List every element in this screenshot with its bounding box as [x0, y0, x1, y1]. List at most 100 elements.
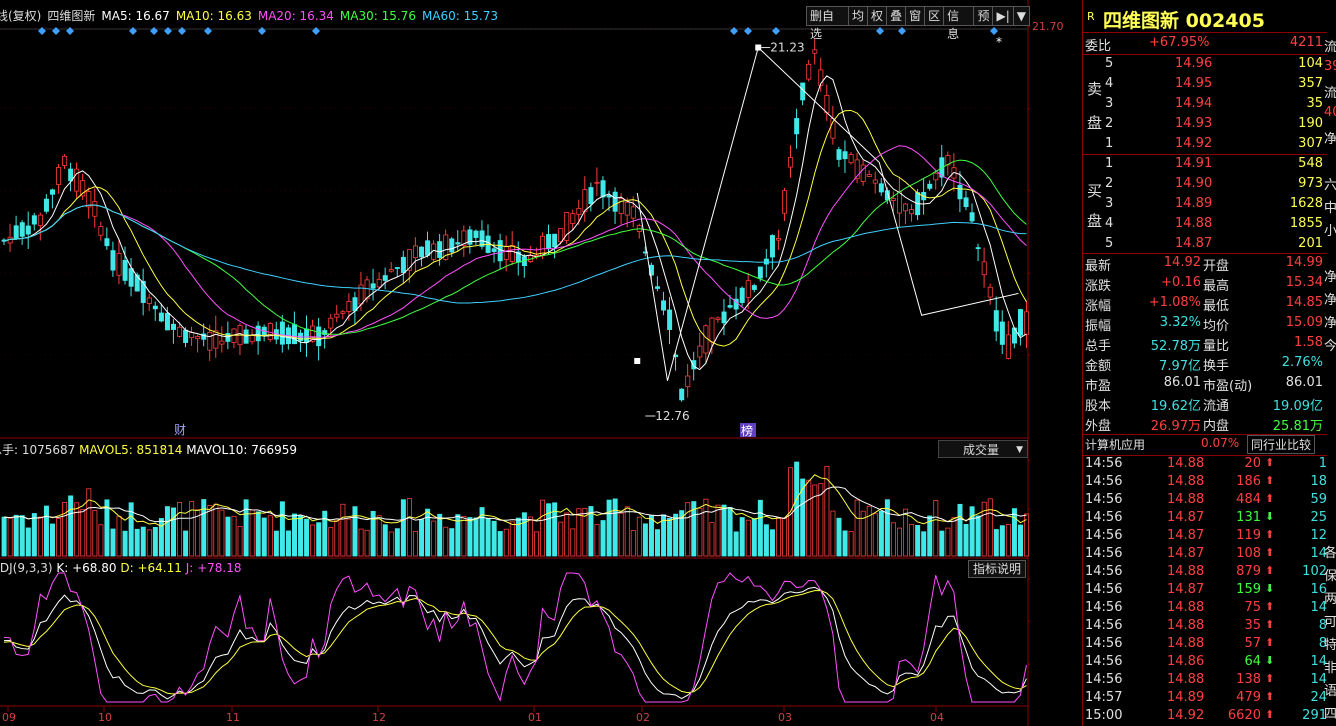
volume-bar	[1005, 524, 1011, 557]
volume-bar	[13, 514, 19, 557]
ma-legend: 日线(复权) 四维图新 MA5: 16.67 MA10: 16.63 MA20: 16.…	[0, 7, 504, 24]
candle-body	[455, 242, 461, 245]
volume-bar	[340, 503, 346, 557]
ma5-label: MA5: 16.67	[101, 9, 170, 23]
weibi-row: 委比 +67.95% 4211	[1083, 34, 1327, 54]
stat-label: 振幅	[1085, 319, 1112, 334]
tick-row: 14:56 14.86 64 ⬇ 14	[1083, 654, 1327, 672]
kdj-j-line	[3, 572, 1027, 703]
low-price-label: 12.76	[655, 409, 689, 423]
volume-bar	[570, 528, 576, 557]
buy-level-row[interactable]: 5 14.87 201	[1083, 235, 1327, 255]
volume-bar	[999, 525, 1005, 557]
volume-bar	[406, 498, 412, 557]
level-volume: 357	[1298, 76, 1323, 91]
info-diamond-icon	[150, 27, 158, 35]
sell-level-row[interactable]: 5 14.96 104	[1083, 55, 1327, 75]
volume-bar	[62, 502, 68, 557]
sell-level-row[interactable]: 2 14.93 190	[1083, 115, 1327, 135]
candle-body	[757, 266, 763, 279]
tick-time: 14:56	[1085, 636, 1123, 651]
volume-bar	[285, 530, 291, 557]
volume-bar	[540, 499, 546, 557]
volume-bar	[909, 524, 915, 557]
kline-chart[interactable]: 19.8317.9516.0614.1921.2312.76财榜26416133…	[0, 0, 1030, 726]
industry-compare-button[interactable]: 同行业比较	[1247, 435, 1316, 454]
volume-bar	[527, 516, 533, 557]
tick-time: 15:00	[1085, 708, 1123, 723]
volume-bar	[146, 529, 152, 557]
candle-body	[927, 183, 933, 189]
candle-body	[382, 275, 388, 281]
remove-favorite-button[interactable]: 删自选	[806, 6, 850, 41]
level-volume: 190	[1298, 116, 1323, 131]
overlay-button[interactable]: 叠	[886, 6, 907, 26]
forecast-button[interactable]: 预	[973, 6, 994, 26]
stat-label: 外盘	[1085, 419, 1112, 434]
jump-end-icon[interactable]: ▶|	[992, 6, 1014, 26]
month-label: 11	[226, 711, 240, 724]
volume-bar	[225, 516, 231, 557]
candle-body	[975, 247, 981, 250]
buy-level-row[interactable]: 1 14.91 548	[1083, 155, 1327, 175]
arrow-up-icon: ⬆	[1265, 708, 1275, 721]
candle-body	[219, 340, 225, 345]
volume-bar	[164, 506, 170, 557]
volume-bar	[412, 530, 418, 557]
tick-time: 14:56	[1085, 474, 1123, 489]
stat-value: 14.85	[1285, 295, 1323, 310]
tick-row: 14:56 14.88 879 ⬆ 102	[1083, 564, 1327, 582]
average-button[interactable]: 均	[848, 6, 869, 26]
candle-body	[727, 305, 733, 308]
stat-label: 开盘	[1203, 259, 1230, 274]
volume-bar	[606, 499, 612, 557]
tick-row: 14:56 14.87 108 ⬆ 14	[1083, 546, 1327, 564]
volume-bar	[219, 509, 225, 557]
stat-label: 涨幅	[1085, 299, 1112, 314]
chevron-down-icon[interactable]: ▼	[1012, 6, 1030, 26]
candle-body	[999, 321, 1005, 345]
window-button[interactable]: 窗	[905, 6, 926, 26]
truncated-text: 净	[1324, 270, 1336, 285]
info-button[interactable]: 信息	[943, 6, 975, 41]
volume-bar	[848, 531, 854, 557]
candle-body	[116, 253, 122, 276]
volume-indicator-dropdown[interactable]: 成交量 ▼	[938, 440, 1028, 458]
candle-body	[334, 313, 340, 318]
kline-chart-area[interactable]: 19.8317.9516.0614.1921.2312.76财榜26416133…	[0, 0, 1064, 726]
tick-volume: 138	[1236, 672, 1261, 687]
buy-level-row[interactable]: 4 14.88 1855	[1083, 215, 1327, 235]
rights-button[interactable]: 权	[867, 6, 888, 26]
stat-value: 52.78万	[1150, 339, 1201, 354]
sell-level-row[interactable]: 3 14.94 35	[1083, 95, 1327, 115]
volume-bar	[612, 498, 618, 557]
sell-level-row[interactable]: 4 14.95 357	[1083, 75, 1327, 95]
info-diamond-icon	[178, 27, 186, 35]
volume-bar	[915, 525, 921, 557]
buy-level-row[interactable]: 2 14.90 973	[1083, 175, 1327, 195]
volume-bar	[503, 528, 509, 557]
sell-level-row[interactable]: 1 14.92 307	[1083, 135, 1327, 155]
volume-bar	[207, 505, 213, 557]
buy-level-row[interactable]: 3 14.89 1628	[1083, 195, 1327, 215]
stat-value: 86.01	[1163, 375, 1201, 390]
candle-body	[685, 375, 691, 388]
level-number: 1	[1105, 136, 1114, 151]
candle-body	[491, 248, 497, 252]
candle-body	[304, 328, 310, 343]
volume-bar	[685, 502, 691, 557]
industry-name[interactable]: 计算机应用	[1085, 436, 1145, 453]
candle-body	[207, 331, 213, 351]
arrow-up-icon: ⬆	[1265, 690, 1275, 703]
level-volume: 307	[1298, 136, 1323, 151]
tick-time: 14:56	[1085, 564, 1123, 579]
range-button[interactable]: 区	[924, 6, 945, 26]
high-price-label: 21.23	[770, 41, 804, 55]
candle-body	[376, 278, 382, 288]
candle-body	[576, 207, 582, 215]
indicator-help-button[interactable]: 指标说明	[968, 560, 1027, 578]
volume-bar	[80, 509, 86, 557]
weibi-label: 委比	[1085, 39, 1112, 54]
stats-row: 涨跌 +0.16 最高 15.34	[1083, 274, 1327, 294]
candle-body	[195, 336, 201, 340]
